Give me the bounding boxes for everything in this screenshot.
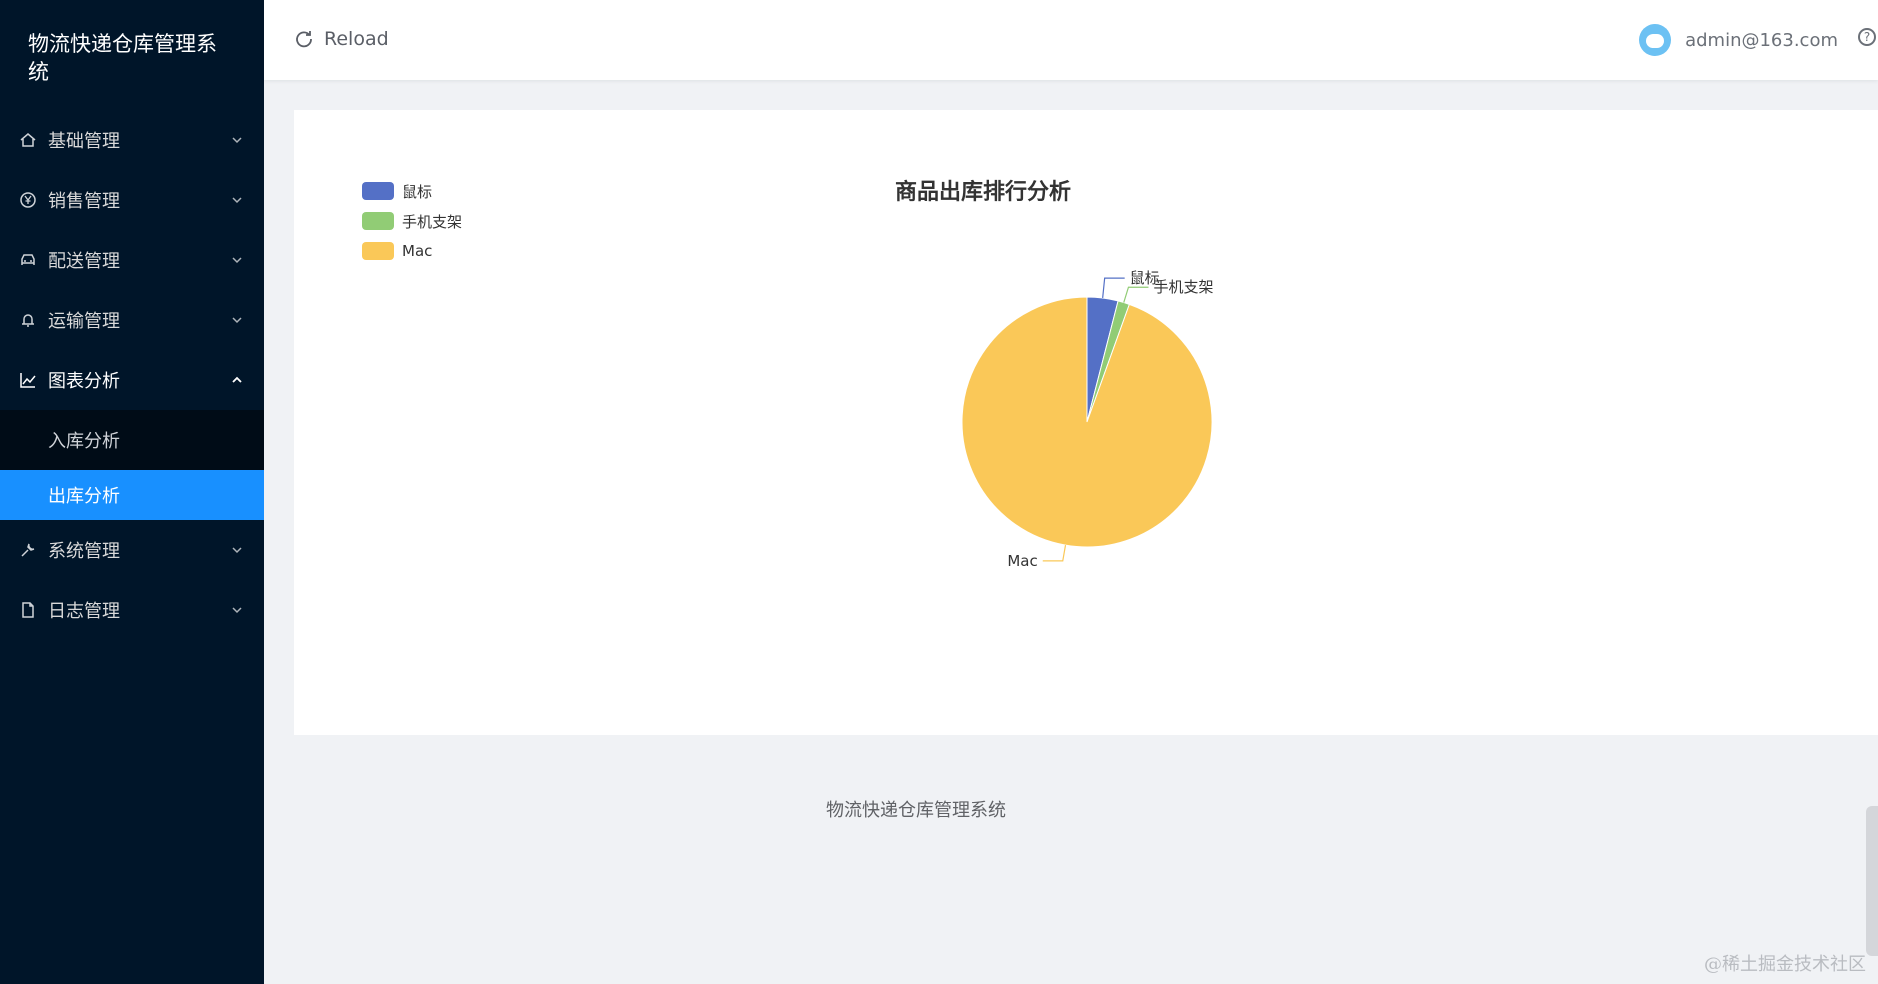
reload-label: Reload — [324, 28, 389, 50]
app-title: 物流快递仓库管理系统 — [28, 32, 217, 84]
reload-icon — [296, 31, 312, 48]
home-icon — [18, 130, 38, 150]
pie-slice-label: Mac — [1007, 552, 1037, 570]
menu-label: 配送管理 — [48, 251, 120, 272]
chevron-down-icon — [232, 545, 242, 555]
pie-label-line — [1123, 286, 1149, 303]
pie-slice-label: 手机支架 — [1153, 278, 1213, 296]
top-header: Reload admin@163.com ? — [264, 0, 1878, 80]
user-email: admin@163.com — [1685, 29, 1838, 51]
submenu-inbound-analysis[interactable]: 入库分析 — [0, 410, 264, 470]
chevron-down-icon — [232, 315, 242, 325]
chevron-down-icon — [232, 255, 242, 265]
chevron-down-icon — [232, 605, 242, 615]
menu-log-management[interactable]: 日志管理 — [0, 580, 264, 640]
document-icon — [18, 600, 38, 620]
yen-icon — [18, 190, 38, 210]
pie-label-line — [1102, 277, 1125, 299]
chevron-up-icon — [232, 375, 242, 385]
side-scroll-handle[interactable] — [1866, 806, 1878, 956]
menu-label: 基础管理 — [48, 131, 120, 152]
line-chart-icon — [18, 370, 38, 390]
submenu-outbound-analysis[interactable]: 出库分析 — [0, 470, 264, 520]
menu-label: 运输管理 — [48, 311, 120, 332]
watermark: @稀土掘金技术社区 — [1704, 954, 1866, 975]
menu-chart-analysis[interactable]: 图表分析 — [0, 350, 264, 410]
menu-label: 系统管理 — [48, 541, 120, 562]
menu-transport-management[interactable]: 运输管理 — [0, 290, 264, 350]
wrench-icon — [18, 540, 38, 560]
avatar — [1639, 24, 1672, 56]
car-icon — [18, 250, 38, 270]
menu-basic-management[interactable]: 基础管理 — [0, 110, 264, 170]
pie-label-line — [1042, 545, 1067, 562]
pie-slice[interactable] — [961, 296, 1213, 548]
menu-system-management[interactable]: 系统管理 — [0, 520, 264, 580]
chevron-down-icon — [232, 135, 242, 145]
chart-card: 鼠标 手机支架 Mac 商品出库排行分析 鼠标 手机支架 Mac — [294, 110, 1878, 735]
footer-text: 物流快递仓库管理系统 — [826, 800, 1006, 821]
chart-analysis-submenu: 入库分析 出库分析 — [0, 410, 264, 520]
chevron-down-icon — [232, 195, 242, 205]
reload-button[interactable]: Reload — [294, 28, 389, 50]
menu-sales-management[interactable]: 销售管理 — [0, 170, 264, 230]
help-icon[interactable]: ? — [1858, 28, 1876, 46]
menu-label: 销售管理 — [48, 191, 120, 212]
pie-chart: 鼠标手机支架Mac — [961, 269, 1213, 570]
menu-delivery-management[interactable]: 配送管理 — [0, 230, 264, 290]
user-menu[interactable]: admin@163.com — [1639, 24, 1838, 56]
bell-icon — [18, 310, 38, 330]
menu-label: 日志管理 — [48, 601, 120, 622]
menu-label: 图表分析 — [48, 371, 120, 392]
sidebar: 物流快递仓库管理系统 基础管理 销售管理 配送管理 运输管理 图表分析 入库分析… — [0, 0, 264, 984]
